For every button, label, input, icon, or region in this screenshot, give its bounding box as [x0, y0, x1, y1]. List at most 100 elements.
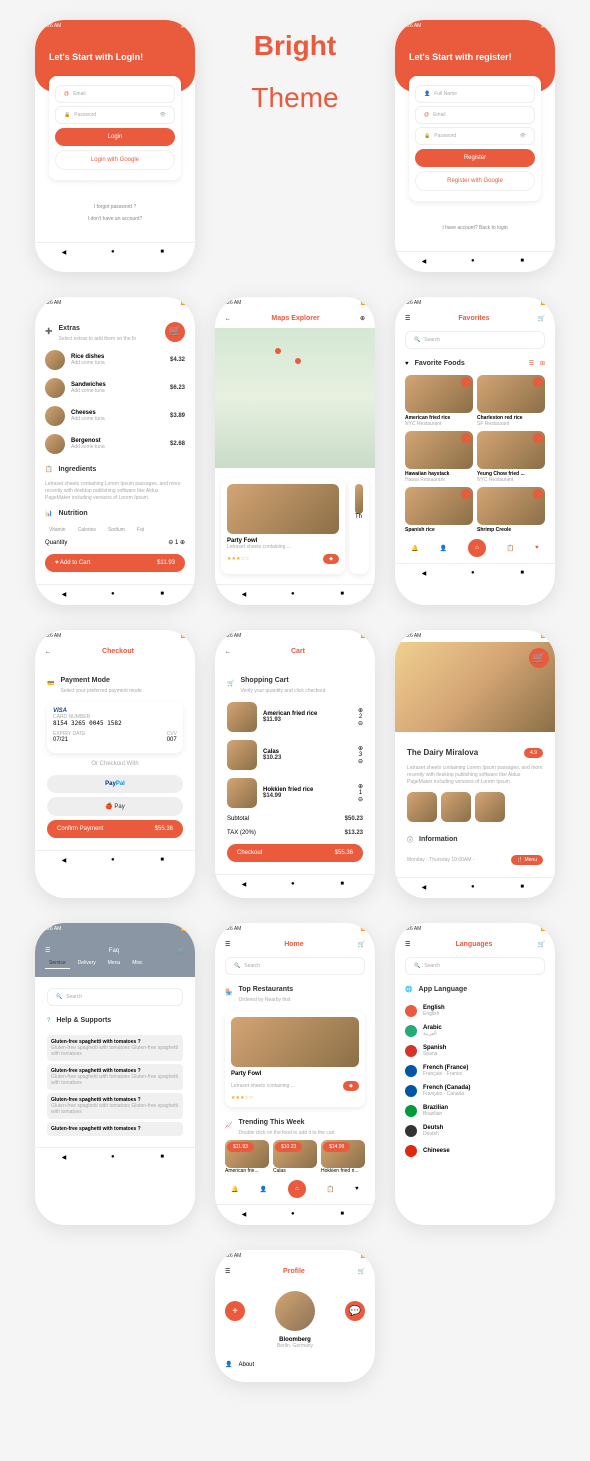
heart-icon[interactable]	[461, 489, 471, 499]
favorite-item[interactable]: Charleston red riceSF Restaurant	[477, 375, 545, 427]
favorite-item[interactable]: Hawaiian haystackHawai Restaurant	[405, 431, 473, 483]
search-input[interactable]: 🔍Search	[47, 988, 183, 1006]
name-field[interactable]: 👤Full Name	[415, 85, 535, 103]
cart-icon[interactable]: 🛒	[178, 947, 185, 954]
nav-user[interactable]: 👤	[440, 545, 447, 552]
cart-icon[interactable]: 🛒	[358, 941, 365, 948]
trending-item[interactable]: $14.99Hokkien fried ri...	[321, 1140, 365, 1174]
menu-icon[interactable]: ☰	[405, 315, 410, 322]
back-icon[interactable]: ←	[45, 649, 51, 655]
qty-minus[interactable]: ⊖	[358, 758, 363, 765]
heart-icon[interactable]	[533, 433, 543, 443]
menu-icon[interactable]: ☰	[405, 941, 410, 948]
have-account-link[interactable]: I have account? Back to login	[409, 225, 541, 231]
qty-plus[interactable]: ⊕	[358, 707, 363, 714]
faq-item[interactable]: Gluten-free spaghetti with tomatoes ?Glu…	[47, 1064, 183, 1090]
grid-view-icon[interactable]: ⊞	[540, 360, 545, 367]
nav-notif[interactable]: 🔔	[411, 545, 418, 552]
checkout-button[interactable]: Checkout$55.36	[227, 844, 363, 862]
avatar[interactable]	[275, 1291, 315, 1331]
email-field[interactable]: @Email	[55, 85, 175, 103]
locate-icon[interactable]: ⊕	[360, 315, 365, 322]
trending-item[interactable]: $10.23Calas	[273, 1140, 317, 1174]
language-item[interactable]: French (Canada)Français - Canada	[405, 1081, 545, 1101]
menu-icon[interactable]: ☰	[225, 941, 230, 948]
favorite-item[interactable]: Spanish rice	[405, 487, 473, 533]
language-item[interactable]: SpanishSpana	[405, 1041, 545, 1061]
qty-minus[interactable]: ⊖	[358, 720, 363, 727]
favorite-item[interactable]: Shrimp Creole	[477, 487, 545, 533]
faq-screen: 2:26 AM📶 ☰Faq🛒 ServiceDeliveryMenuMisc 🔍…	[35, 923, 195, 1225]
add-button[interactable]: +	[225, 1301, 245, 1321]
favorite-item[interactable]: Yeung Chow fried ...NYC Restaurant	[477, 431, 545, 483]
extra-item[interactable]: CheesesAdd some tuna$3.89	[45, 402, 185, 430]
qty-plus[interactable]: ⊕	[358, 783, 363, 790]
language-item[interactable]: DeutshDeutsh	[405, 1121, 545, 1141]
favorite-item[interactable]: American fried riceNYC Restaurant	[405, 375, 473, 427]
qty-minus[interactable]: ⊖	[168, 540, 173, 546]
google-register-button[interactable]: Register with Google	[415, 171, 535, 191]
nav-fav[interactable]: ♥	[535, 545, 539, 551]
extra-item[interactable]: BergenostAdd some tuna$2.68	[45, 430, 185, 458]
cart-icon[interactable]: 🛒	[358, 1268, 365, 1275]
password-field[interactable]: 🔒Password👁	[415, 127, 535, 145]
heart-icon[interactable]	[533, 489, 543, 499]
heart-icon[interactable]	[461, 377, 471, 387]
login-screen: 2:26 AM📶 Let's Start with Login! @Email …	[35, 20, 195, 272]
register-button[interactable]: Register	[415, 149, 535, 167]
heart-icon[interactable]	[461, 433, 471, 443]
languages-screen: 2:26 AM📶 ☰Languages🛒 🔍Search 🌐App Langua…	[395, 923, 555, 1225]
faq-item[interactable]: Gluten-free spaghetti with tomatoes ?	[47, 1122, 183, 1136]
menu-button[interactable]: 🍴 Menu	[511, 855, 543, 865]
extra-item[interactable]: SandwichesAdd some tuna$6.23	[45, 374, 185, 402]
language-item[interactable]: EnglishEnglish	[405, 1001, 545, 1021]
cart-icon[interactable]: 🛒	[538, 941, 545, 948]
next-card[interactable]: Th	[349, 478, 369, 574]
language-item[interactable]: Chineese	[405, 1141, 545, 1161]
password-field[interactable]: 🔒Password👁	[55, 106, 175, 124]
back-icon[interactable]: ←	[225, 649, 231, 655]
search-input[interactable]: 🔍Search	[225, 957, 365, 975]
cart-item: American fried rice$11.93⊕2⊖	[227, 698, 363, 736]
language-item[interactable]: BrazilianBrazilian	[405, 1101, 545, 1121]
heart-icon[interactable]	[533, 377, 543, 387]
search-input[interactable]: 🔍Search	[405, 331, 545, 349]
faq-item[interactable]: Gluten-free spaghetti with tomatoes ?Glu…	[47, 1035, 183, 1061]
paypal-button[interactable]: PayPal	[47, 775, 183, 793]
search-input[interactable]: 🔍Search	[405, 957, 545, 975]
confirm-button[interactable]: Confirm Payment$55.36	[47, 820, 183, 838]
add-to-cart-button[interactable]: ♥ Add to Cart$11.93	[45, 554, 185, 572]
applepay-button[interactable]: 🍎 Pay	[47, 797, 183, 816]
qty-minus[interactable]: ⊖	[358, 796, 363, 803]
cart-icon[interactable]: 🛒	[538, 315, 545, 322]
login-button[interactable]: Login	[55, 128, 175, 146]
nav-orders[interactable]: 📋	[507, 545, 514, 552]
bottom-nav: 🔔 👤 ⌂ 📋 ♥	[395, 533, 555, 563]
list-view-icon[interactable]: ☰	[529, 360, 534, 367]
google-login-button[interactable]: Login with Google	[55, 150, 175, 170]
trending-item[interactable]: $11.93American frie...	[225, 1140, 269, 1174]
credit-card[interactable]: VISA CARD NUMBER 8154 3265 0045 1582 EXP…	[47, 702, 183, 753]
extra-item[interactable]: Rice dishesAdd some tuna$4.32	[45, 346, 185, 374]
directions-icon[interactable]: ◆	[323, 554, 339, 564]
language-item[interactable]: French (France)Français - France	[405, 1061, 545, 1081]
restaurant-card[interactable]: Party Fowl Letraset sheets containing ..…	[225, 1011, 365, 1107]
qty-plus[interactable]: ⊕	[180, 540, 185, 546]
faq-item[interactable]: Gluten-free spaghetti with tomatoes ?Glu…	[47, 1093, 183, 1119]
map-view[interactable]	[215, 328, 375, 468]
nav-home[interactable]: ⌂	[288, 1180, 306, 1198]
language-item[interactable]: Arabicالعربية	[405, 1021, 545, 1041]
restaurant-card[interactable]: Party Fowl Letraset sheets containing ..…	[221, 478, 345, 574]
nav-home[interactable]: ⌂	[468, 539, 486, 557]
menu-icon[interactable]: ☰	[45, 947, 50, 954]
cart-fab[interactable]: 🛒	[165, 322, 185, 342]
forgot-link[interactable]: I forgot password ?	[49, 204, 181, 210]
cart-fab[interactable]: 🛒	[529, 648, 549, 668]
noaccount-link[interactable]: I don't have an account?	[49, 216, 181, 222]
message-button[interactable]: 💬	[345, 1301, 365, 1321]
rating-badge: 4.9	[524, 748, 543, 758]
email-field[interactable]: @Email	[415, 106, 535, 124]
qty-plus[interactable]: ⊕	[358, 745, 363, 752]
back-icon[interactable]: ←	[225, 316, 231, 322]
menu-icon[interactable]: ☰	[225, 1268, 230, 1275]
